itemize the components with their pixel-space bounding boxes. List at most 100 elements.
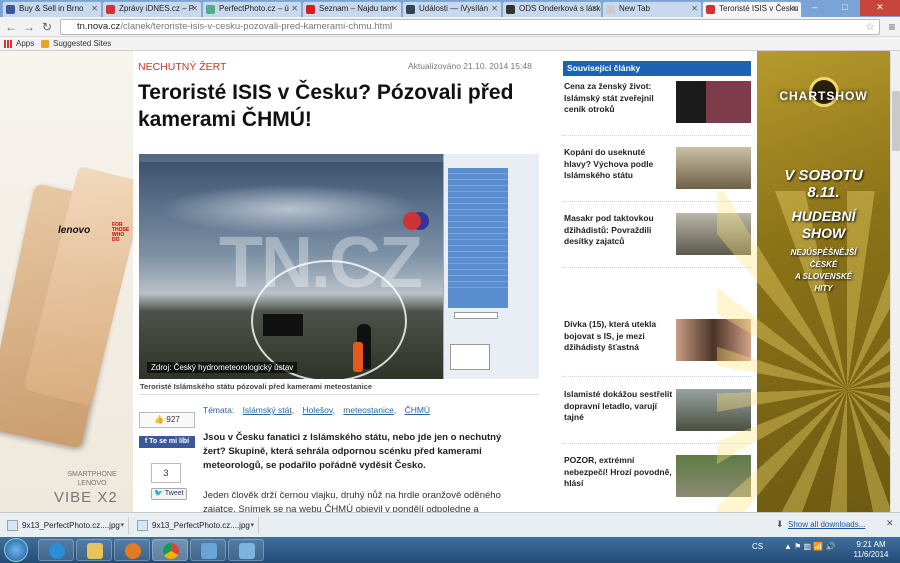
- tab-label: PerfectPhoto.cz – ú: [219, 4, 289, 13]
- tab-udalosti[interactable]: Události — iVysílán ✕: [402, 1, 502, 17]
- url-path: /clanek/teroriste-isis-v-cesku-pozovali-…: [120, 21, 393, 32]
- close-tab-icon[interactable]: ✕: [491, 2, 498, 16]
- related-article-title[interactable]: Islamisté dokážou sestřelit dopravní let…: [564, 389, 674, 424]
- article-lead: Jsou v Česku fanatici z Islámského státu…: [203, 432, 502, 471]
- related-article[interactable]: Cena za ženský život: Islámský stát zveř…: [563, 81, 751, 136]
- close-tab-icon[interactable]: ✕: [91, 2, 98, 16]
- topics-label: Témata:: [203, 405, 235, 415]
- related-article-thumbnail[interactable]: [676, 81, 751, 123]
- tab-label: Události — iVysílán: [419, 4, 489, 13]
- close-tab-icon[interactable]: ✕: [691, 2, 698, 16]
- tab-ods[interactable]: ODS Onderková s láskou ✕: [502, 1, 602, 17]
- tab-seznam[interactable]: Seznam – Najdu tam ✕: [302, 1, 402, 17]
- close-tab-icon[interactable]: ✕: [591, 2, 598, 16]
- browser-toolbar: ← → ↻ tn.nova.cz/clanek/teroriste-isis-v…: [0, 17, 900, 37]
- image-file-icon: [7, 520, 18, 531]
- back-arrow-icon[interactable]: ←: [3, 19, 19, 35]
- suggested-sites-bookmark[interactable]: Suggested Sites: [53, 37, 111, 50]
- maximize-icon[interactable]: □: [830, 0, 860, 16]
- tab-label: Seznam – Najdu tam: [319, 4, 394, 13]
- taskbar-ie[interactable]: [38, 539, 74, 561]
- topic-link-chmu[interactable]: ČHMÚ: [405, 405, 431, 415]
- tab-idnes[interactable]: Zprávy iDNES.cz – P ✕: [102, 1, 202, 17]
- show-all-downloads-link[interactable]: Show all downloads...: [788, 520, 865, 529]
- minimize-icon[interactable]: –: [800, 0, 830, 16]
- chrome-icon: [163, 543, 179, 559]
- system-tray-icons[interactable]: ▲ ⚑ ▥ 📶 🔊: [784, 542, 835, 551]
- article-category[interactable]: NECHUTNÝ ŽERT: [138, 61, 226, 73]
- like-button-label: To se mi líbí: [149, 438, 190, 445]
- tab-label: Teroristé ISIS v Česku: [719, 4, 799, 13]
- chevron-down-icon[interactable]: ▾: [120, 517, 124, 534]
- taskbar-chrome[interactable]: [152, 539, 188, 561]
- related-article-title[interactable]: Cena za ženský život: Islámský stát zveř…: [564, 81, 674, 116]
- windows-start-button[interactable]: [4, 538, 28, 562]
- input-language[interactable]: CS: [752, 542, 763, 551]
- chevron-down-icon[interactable]: ▾: [250, 517, 254, 534]
- ad-subtitle: SMARTPHONE LENOVO: [62, 470, 122, 488]
- close-tab-icon[interactable]: ✕: [391, 2, 398, 16]
- related-article-thumbnail[interactable]: [676, 147, 751, 189]
- apps-bookmark[interactable]: Apps: [16, 37, 34, 50]
- scrollbar-thumb[interactable]: [892, 91, 900, 151]
- thumbs-up-icon: 👍: [154, 415, 165, 424]
- archive-preview: [450, 344, 490, 370]
- chmu-logo: [403, 212, 421, 230]
- related-article-title[interactable]: Masakr pod taktovkou džihádistů: Povražd…: [564, 213, 674, 248]
- related-article-title[interactable]: Dívka (15), která utekla bojovat s IS, j…: [564, 319, 674, 354]
- topic-link-meteostanice[interactable]: meteostanice: [343, 405, 394, 415]
- webcam-archive-panel: [443, 154, 539, 379]
- seznam-icon: [306, 5, 315, 14]
- topic-link-islamic-state[interactable]: Islámský stát: [243, 405, 292, 415]
- topics-row: Témata: Islámský stát, Holešov, meteosta…: [203, 405, 430, 415]
- clock-time: 9:21 AM: [856, 540, 886, 549]
- lenovo-ad-banner[interactable]: lenovo FOR THOSE WHO DO SMARTPHONE LENOV…: [0, 51, 147, 512]
- facebook-icon: [6, 5, 15, 14]
- facebook-like-count[interactable]: 👍 927: [139, 412, 195, 428]
- lenovo-logo: lenovo: [58, 225, 91, 236]
- download-filename: 9x13_PerfectPhoto.cz....jpg: [152, 521, 250, 530]
- download-item[interactable]: 9x13_PerfectPhoto.cz....jpg ▾: [134, 517, 259, 534]
- browser-tab-strip: Buy & Sell in Brno ✕ Zprávy iDNES.cz – P…: [0, 0, 900, 17]
- article-headline: Teroristé ISIS v Česku? Pózovali před ka…: [138, 81, 514, 131]
- ods-icon: [506, 5, 515, 14]
- clock-date: 11/6/2014: [853, 550, 889, 559]
- forward-arrow-icon[interactable]: →: [21, 19, 37, 35]
- close-tab-icon[interactable]: ✕: [791, 2, 798, 16]
- tab-perfectphoto[interactable]: PerfectPhoto.cz – ú ✕: [202, 1, 302, 17]
- reload-icon[interactable]: ↻: [39, 19, 55, 35]
- taskbar-network[interactable]: [228, 539, 264, 561]
- taskbar-explorer[interactable]: [76, 539, 112, 561]
- chrome-menu-icon[interactable]: ≡: [884, 19, 900, 35]
- page-scrollbar[interactable]: [890, 51, 900, 512]
- related-article-title[interactable]: POZOR, extrémní nebezpečí! Hrozí povodně…: [564, 455, 674, 490]
- ad-show-line1: HUDEBNÍ: [791, 208, 856, 224]
- chartshow-ad-banner[interactable]: CHARTSHOW V SOBOTU 8.11. HUDEBNÍ SHOW NE…: [717, 51, 890, 512]
- taskbar-photo-viewer[interactable]: [190, 539, 226, 561]
- window-close-icon[interactable]: ✕: [860, 0, 900, 16]
- topic-separator: ,: [393, 405, 397, 415]
- tweet-button[interactable]: 🐦 Tweet: [151, 488, 187, 500]
- ad-hits-line4: HITY: [814, 284, 833, 293]
- article-photo[interactable]: TN.CZ Zdroj: Český hydrometeorologický ú…: [139, 154, 539, 382]
- main-content: NECHUTNÝ ŽERT Aktualizováno 21.10. 2014 …: [133, 51, 757, 512]
- ad-hits-line3: A SLOVENSKÉ: [794, 272, 853, 281]
- facebook-like-button[interactable]: f To se mi líbí: [139, 436, 195, 448]
- tab-new-tab[interactable]: New Tab ✕: [602, 1, 702, 17]
- close-tab-icon[interactable]: ✕: [291, 2, 298, 16]
- network-icon: [239, 543, 255, 559]
- download-item[interactable]: 9x13_PerfectPhoto.cz....jpg ▾: [4, 517, 129, 534]
- close-downloads-icon[interactable]: ✕: [886, 518, 894, 529]
- taskbar-media-player[interactable]: [114, 539, 150, 561]
- related-article-title[interactable]: Kopání do useknuté hlavy? Výchova podle …: [564, 147, 674, 182]
- tab-buy-sell-brno[interactable]: Buy & Sell in Brno ✕: [2, 1, 102, 17]
- internet-explorer-icon: [49, 543, 65, 559]
- system-clock[interactable]: 9:21 AM 11/6/2014: [848, 540, 894, 560]
- tab-active-article[interactable]: Teroristé ISIS v Česku ✕: [702, 1, 802, 17]
- bookmark-star-icon[interactable]: ☆: [865, 20, 875, 34]
- close-tab-icon[interactable]: ✕: [191, 2, 198, 16]
- topic-link-holesov[interactable]: Holešov: [302, 405, 332, 415]
- lenovo-tagline: FOR THOSE WHO DO: [112, 222, 130, 243]
- download-arrow-icon: ⬇: [776, 519, 784, 529]
- address-bar[interactable]: tn.nova.cz/clanek/teroriste-isis-v-cesku…: [60, 19, 880, 35]
